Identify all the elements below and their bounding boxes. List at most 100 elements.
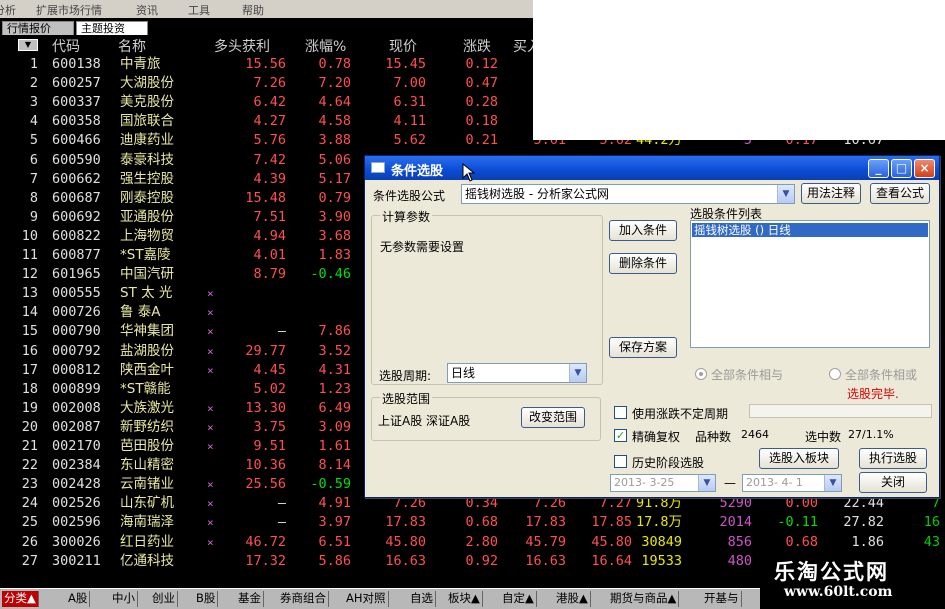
chevron-down-icon[interactable]: ▼ xyxy=(569,364,586,382)
bottom-tab[interactable]: 自选 xyxy=(408,591,436,607)
chevron-down-icon[interactable]: ▼ xyxy=(777,185,794,203)
bottom-tab[interactable]: 期货与商品▲ xyxy=(608,591,680,607)
delete-condition-button[interactable]: 删除条件 xyxy=(609,253,677,274)
close-button[interactable]: 关闭 xyxy=(859,472,927,493)
bottom-tab[interactable]: B股 xyxy=(194,591,219,607)
current-volume: 856 xyxy=(727,533,752,550)
tab-topic-investing[interactable]: 主题投资 xyxy=(76,21,148,35)
change-pct: 7.20 xyxy=(318,75,351,92)
menu-tools[interactable]: 工具 xyxy=(188,2,210,18)
stock-code: 002384 xyxy=(52,457,101,474)
change-range-button[interactable]: 改变范围 xyxy=(521,407,585,428)
long-profit: 4.94 xyxy=(253,227,286,244)
sort-dropdown-icon[interactable]: ▼ xyxy=(18,39,38,51)
stock-code: 000792 xyxy=(52,342,101,359)
col-long-profit[interactable]: 多头获利 xyxy=(214,36,270,56)
bid-price: 16.63 xyxy=(525,552,566,569)
bottom-tab[interactable]: AH对照 xyxy=(344,591,389,607)
condition-list[interactable]: 摇钱树选股 () 日线 xyxy=(690,220,930,348)
menu-analysis[interactable]: 分析 xyxy=(0,2,16,18)
menu-help[interactable]: 帮助 xyxy=(242,2,264,18)
stock-name: 美克股份 xyxy=(120,94,174,111)
stock-code: 600138 xyxy=(52,56,101,72)
bottom-tab[interactable]: 开基与 xyxy=(702,591,742,607)
stock-code: 002526 xyxy=(52,495,101,512)
view-formula-button[interactable]: 查看公式 xyxy=(870,183,930,204)
date-from-select[interactable]: 2013- 3-25 ▼ xyxy=(610,474,716,492)
change: 0.12 xyxy=(465,56,498,72)
chevron-down-icon[interactable]: ▼ xyxy=(824,475,841,491)
menu-news[interactable]: 资讯 xyxy=(136,2,158,18)
row-index: 18 xyxy=(21,380,38,397)
radio-all-and[interactable] xyxy=(695,368,707,380)
save-scheme-button[interactable]: 保存方案 xyxy=(609,337,677,358)
bottom-tab[interactable]: 基金 xyxy=(236,591,264,607)
change: 0.68 xyxy=(465,514,498,531)
bid-price: 17.83 xyxy=(525,514,566,531)
maximize-icon[interactable]: □ xyxy=(891,159,912,178)
row-index: 17 xyxy=(21,361,38,378)
formula-select[interactable]: 摇钱树选股 - 分析家公式网 ▼ xyxy=(461,184,795,204)
col-code[interactable]: 代码 xyxy=(52,36,80,56)
progress-bar xyxy=(749,404,932,418)
change-pct: -0.59 xyxy=(310,476,351,493)
table-row[interactable]: 25 002596 海南瑞泽 × —3.97 17.83 0.68 17.83 17.85 17.… xyxy=(0,513,945,532)
period-select[interactable]: 日线 ▼ xyxy=(447,363,587,383)
condition-list-item[interactable]: 摇钱树选股 () 日线 xyxy=(692,223,928,237)
uncertain-period-checkbox[interactable] xyxy=(614,406,627,419)
stock-name: ST 太 光 xyxy=(120,285,173,302)
dialog-titlebar[interactable]: 条件选股 _ □ × xyxy=(365,156,939,180)
period-label: 选股周期: xyxy=(379,369,432,383)
margin-mark: × xyxy=(207,497,214,511)
stock-name: 海南瑞泽 xyxy=(120,514,174,531)
history-select-checkbox[interactable] xyxy=(614,455,627,468)
radio-all-or[interactable] xyxy=(829,368,841,380)
watermark-title: 乐淘公式网 xyxy=(774,560,889,584)
row-index: 19 xyxy=(21,399,38,416)
volume: 30849 xyxy=(641,533,682,550)
bottom-tab[interactable]: 分类▲ xyxy=(2,591,39,607)
selected-label: 选中数 xyxy=(805,430,842,444)
date-to-select[interactable]: 2013- 4- 1 ▼ xyxy=(742,474,842,492)
minimize-icon[interactable]: _ xyxy=(868,159,889,178)
bottom-tab[interactable]: 中小 xyxy=(110,591,138,607)
change-pct: 0.78 xyxy=(318,56,351,72)
exact-rights-label: 精确复权 xyxy=(632,430,681,444)
col-name[interactable]: 名称 xyxy=(118,36,146,56)
row-index: 20 xyxy=(21,418,38,435)
bottom-tab[interactable]: 创业 xyxy=(150,591,178,607)
stock-code: 600822 xyxy=(52,227,101,244)
execute-select-button[interactable]: 执行选股 xyxy=(859,448,927,469)
bottom-tab[interactable]: A股 xyxy=(66,591,91,607)
stock-name: 华神集团 xyxy=(120,323,174,340)
stock-code: 600337 xyxy=(52,94,101,111)
chevron-down-icon[interactable]: ▼ xyxy=(698,475,715,491)
col-price[interactable]: 现价 xyxy=(389,36,417,56)
stock-name: 云南锗业 xyxy=(120,476,174,493)
background-area xyxy=(533,0,945,140)
usage-notes-button[interactable]: 用法注释 xyxy=(801,183,861,204)
period-value: 日线 xyxy=(451,366,476,380)
add-condition-button[interactable]: 加入条件 xyxy=(609,220,677,241)
close-icon[interactable]: × xyxy=(914,159,935,178)
long-profit: 4.45 xyxy=(253,361,286,378)
stock-name: 盐湖股份 xyxy=(120,342,174,359)
change-pct: 4.31 xyxy=(318,361,351,378)
long-profit: 13.30 xyxy=(245,399,286,416)
long-profit: 6.42 xyxy=(253,94,286,111)
stock-name: 中国汽研 xyxy=(120,266,174,283)
col-change-pct[interactable]: 涨幅% xyxy=(305,36,346,56)
bottom-tab[interactable]: 自定▲ xyxy=(500,591,537,607)
col-change[interactable]: 涨跌 xyxy=(463,36,491,56)
tab-quotes[interactable]: 行情报价 xyxy=(2,21,74,35)
long-profit: 5.02 xyxy=(253,380,286,397)
stock-code: 000726 xyxy=(52,304,101,321)
save-to-block-button[interactable]: 选股入板块 xyxy=(759,448,839,469)
menu-extended-market[interactable]: 扩展市场行情 xyxy=(36,2,102,18)
stock-name: 大族激光 xyxy=(120,399,174,416)
bottom-tab[interactable]: 券商组合 xyxy=(278,591,329,607)
bottom-tab[interactable]: 港股▲ xyxy=(554,591,591,607)
exact-rights-checkbox[interactable]: ✓ xyxy=(614,429,627,442)
bottom-tab[interactable]: 板块▲ xyxy=(446,591,483,607)
change-pct: 3.52 xyxy=(318,342,351,359)
